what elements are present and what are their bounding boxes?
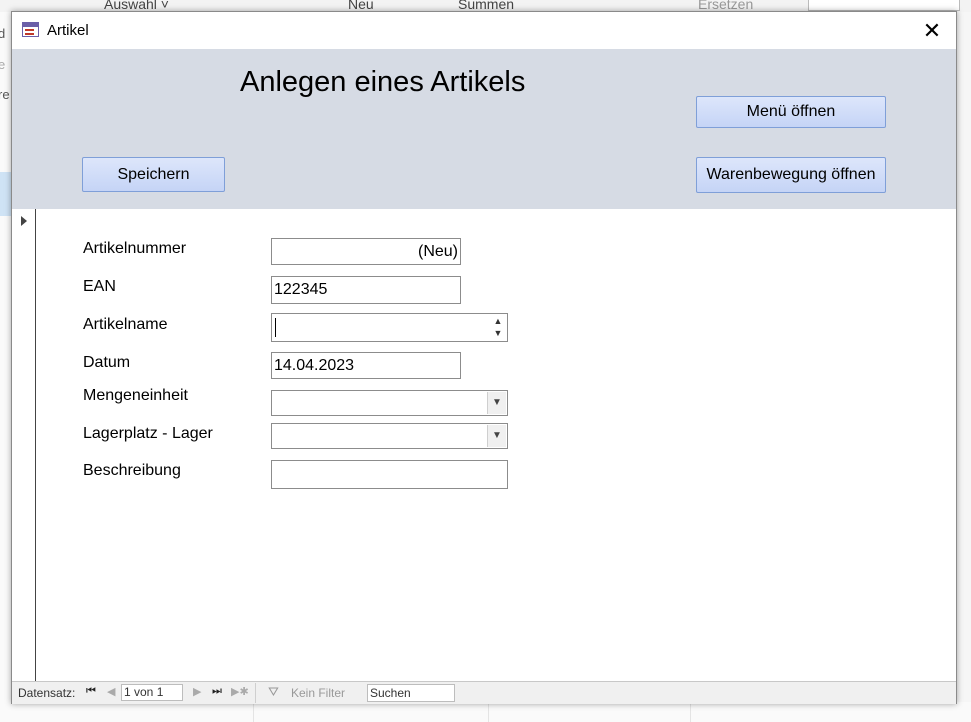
- scroll-down-icon[interactable]: ▼: [490, 327, 506, 339]
- ean-label: EAN: [83, 278, 116, 295]
- save-button[interactable]: Speichern: [82, 157, 225, 192]
- open-warenbewegung-button[interactable]: Warenbewegung öffnen: [696, 157, 886, 193]
- open-menu-button[interactable]: Menü öffnen: [696, 96, 886, 128]
- datum-label: Datum: [83, 354, 131, 371]
- close-button[interactable]: ✕: [912, 16, 952, 46]
- filter-toggle[interactable]: Kein Filter: [291, 686, 345, 700]
- mengeneinheit-label: Mengeneinheit: [83, 387, 188, 404]
- form-title: Anlegen eines Artikels: [240, 66, 526, 98]
- title-bar[interactable]: Artikel ✕: [12, 12, 956, 49]
- last-record-icon[interactable]: ⏭: [212, 685, 222, 698]
- form-header: Anlegen eines Artikels Menü öffnen Speic…: [12, 49, 956, 209]
- search-input[interactable]: Suchen: [367, 684, 455, 702]
- ean-field[interactable]: 122345: [271, 276, 461, 304]
- chevron-down-icon[interactable]: ▼: [487, 425, 506, 447]
- nav-separator: [255, 683, 256, 703]
- lagerplatz-label: Lagerplatz - Lager: [83, 425, 213, 442]
- artikelnummer-label: Artikelnummer: [83, 240, 187, 257]
- scroll-spinner[interactable]: ▲ ▼: [490, 315, 506, 340]
- datum-field[interactable]: 14.04.2023: [271, 352, 461, 379]
- mengeneinheit-combobox[interactable]: ▼: [271, 390, 508, 416]
- font-name-box[interactable]: [808, 0, 960, 11]
- form-icon: [22, 22, 39, 37]
- bg-char-1: d: [0, 26, 6, 41]
- artikelname-label: Artikelname: [83, 316, 168, 333]
- text-cursor: [275, 318, 276, 337]
- artikelnummer-field[interactable]: (Neu): [271, 238, 461, 265]
- scroll-up-icon[interactable]: ▲: [490, 315, 506, 327]
- bg-char-3: re: [0, 87, 10, 102]
- beschreibung-label: Beschreibung: [83, 462, 181, 479]
- chevron-down-icon[interactable]: ▼: [487, 392, 506, 414]
- record-selector[interactable]: [12, 209, 36, 681]
- nav-label: Datensatz:: [18, 686, 76, 700]
- filter-icon: ⛛: [268, 684, 279, 699]
- record-position-input[interactable]: 1 von 1: [121, 684, 183, 701]
- bg-gridline: [690, 702, 691, 722]
- artikelname-field[interactable]: ▲ ▼: [271, 313, 508, 342]
- lagerplatz-combobox[interactable]: ▼: [271, 423, 508, 449]
- background-bottom-strip: [0, 702, 971, 722]
- next-record-icon[interactable]: ▶: [193, 685, 201, 698]
- window-title: Artikel: [47, 22, 89, 39]
- form-detail: Artikelnummer (Neu) EAN 122345 Artikelna…: [12, 209, 956, 681]
- background-right-strip: [956, 12, 971, 722]
- current-record-arrow-icon: [21, 216, 27, 226]
- first-record-icon[interactable]: ⏮: [86, 685, 96, 698]
- bg-char-2: e: [0, 57, 6, 72]
- artikel-window: Artikel ✕ Anlegen eines Artikels Menü öf…: [11, 11, 957, 704]
- beschreibung-field[interactable]: [271, 460, 508, 489]
- bg-gridline: [488, 702, 489, 722]
- new-record-icon[interactable]: ▶✱: [231, 685, 249, 698]
- bg-gridline: [253, 702, 254, 722]
- previous-record-icon[interactable]: ◀: [107, 685, 115, 698]
- record-navigation-bar: Datensatz: ⏮ ◀ 1 von 1 ▶ ⏭ ▶✱ ⛛ Kein Fil…: [12, 681, 956, 704]
